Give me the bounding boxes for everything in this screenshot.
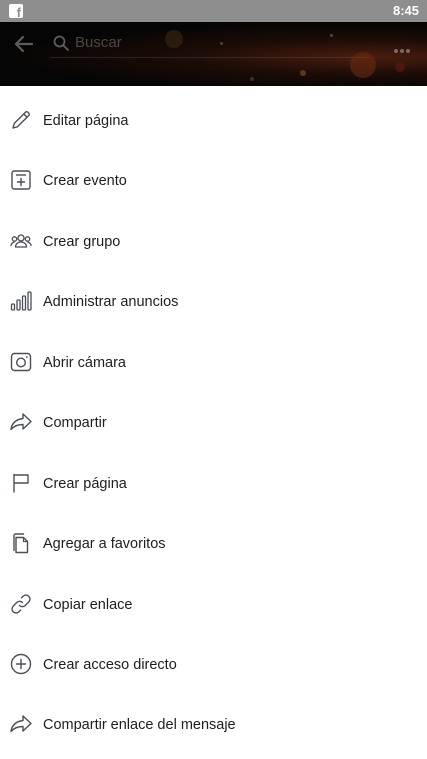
menu-item-label: Copiar enlace xyxy=(43,596,133,613)
search-input[interactable]: Buscar xyxy=(50,31,370,58)
group-icon xyxy=(10,230,32,252)
camera-icon xyxy=(10,351,32,373)
menu-item-agregar-favoritos[interactable]: Agregar a favoritos xyxy=(0,514,427,574)
menu-item-label: Administrar anuncios xyxy=(43,294,179,311)
menu-item-label: Abrir cámara xyxy=(43,354,126,371)
menu-item-crear-grupo[interactable]: Crear grupo xyxy=(0,212,427,272)
flag-icon xyxy=(10,472,32,494)
top-header: Buscar xyxy=(0,22,427,86)
menu-item-label: Editar página xyxy=(43,113,129,129)
menu-item-label: Crear página xyxy=(43,475,127,492)
more-options-icon[interactable] xyxy=(393,41,411,53)
menu-item-label: Crear acceso directo xyxy=(43,656,177,673)
menu-item-crear-evento[interactable]: Crear evento xyxy=(0,151,427,211)
menu-item-abrir-camara[interactable]: Abrir cámara xyxy=(0,333,427,393)
bar-chart-icon xyxy=(10,290,32,312)
menu-item-label: Compartir enlace del mensaje xyxy=(43,717,236,734)
share-arrow-icon xyxy=(10,411,32,433)
menu-item-label: Crear grupo xyxy=(43,233,121,250)
menu-item-copiar-enlace[interactable]: Copiar enlace xyxy=(0,575,427,635)
share-arrow-icon xyxy=(10,713,32,735)
search-placeholder: Buscar xyxy=(75,34,122,51)
search-icon xyxy=(53,35,69,51)
menu-item-label: Compartir xyxy=(43,415,107,432)
calendar-plus-icon xyxy=(10,169,32,191)
bookmark-pages-icon xyxy=(10,532,32,554)
menu-item-label: Agregar a favoritos xyxy=(43,536,166,553)
link-icon xyxy=(10,593,32,615)
pencil-icon xyxy=(10,109,32,131)
status-time: 8:45 xyxy=(392,3,419,18)
menu-item-crear-pagina[interactable]: Crear página xyxy=(0,454,427,514)
facebook-icon: f xyxy=(9,4,23,19)
menu-item-label: Crear evento xyxy=(43,173,127,190)
menu-item-compartir-enlace-mensaje[interactable]: Compartir enlace del mensaje xyxy=(0,695,427,755)
menu-item-editar-pagina[interactable]: Editar página xyxy=(0,91,427,151)
menu-item-administrar-anuncios[interactable]: Administrar anuncios xyxy=(0,272,427,332)
back-arrow-icon[interactable] xyxy=(12,32,36,56)
menu-item-crear-acceso-directo[interactable]: Crear acceso directo xyxy=(0,635,427,695)
page-actions-menu: Editar página Crear evento Crear grupo A… xyxy=(0,91,427,756)
menu-item-compartir[interactable]: Compartir xyxy=(0,393,427,453)
plus-circle-icon xyxy=(10,653,32,675)
status-bar: f 8:45 xyxy=(0,0,427,22)
